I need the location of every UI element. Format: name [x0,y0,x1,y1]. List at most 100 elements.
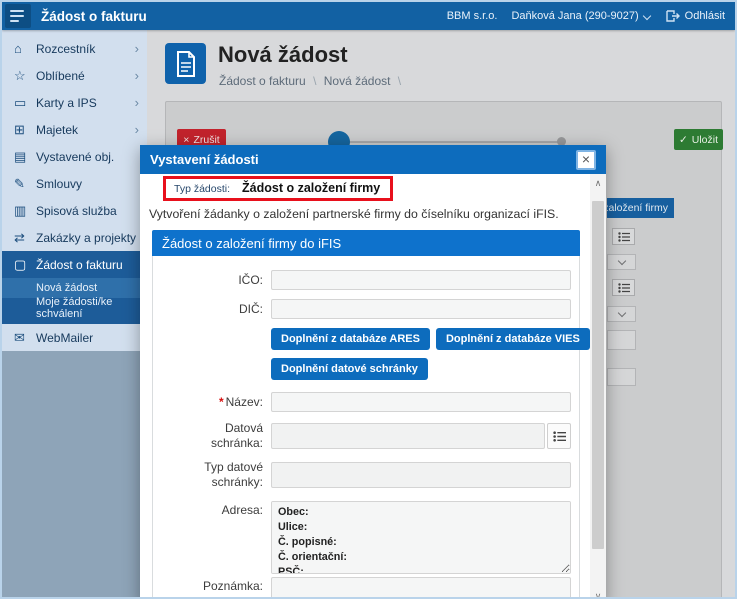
databox-type-input[interactable] [271,462,571,488]
sidebar-item-zakazky-a-projekty[interactable]: ⇄ Zakázky a projekty [2,224,147,251]
chevron-right-icon: › [134,41,139,56]
close-icon: × [581,150,591,167]
ico-input[interactable] [271,270,571,290]
breadcrumb-separator: \ [313,74,317,88]
new-request-icon [176,50,195,77]
company-label: BBM s.r.o. [446,10,498,22]
scrollbar-thumb[interactable] [592,201,604,549]
request-description: Vytvoření žádanky o založení partnerské … [149,207,559,221]
scroll-up-arrow[interactable]: ∧ [590,176,606,190]
vies-lookup-button[interactable]: Doplnění z databáze VIES [435,328,590,350]
adresa-textarea[interactable]: Obec: Ulice: Č. popisné: Č. orientační: … [271,501,571,574]
lookup-buttons-row: Doplnění z databáze ARES Doplnění z data… [153,328,590,350]
sidebar-item-majetek[interactable]: ⊞ Majetek › [2,116,147,143]
app-window: Žádost o fakturu BBM s.r.o. Daňková Jana… [0,0,737,599]
list-picker-icon[interactable] [612,279,635,296]
menu-toggle-button[interactable] [5,4,31,28]
request-type-highlight-box: Typ žádosti: Žádost o založení firmy [163,176,394,201]
request-type-value: Žádost o založení firmy [242,181,381,195]
file-icon: ▥ [14,202,27,218]
sidebar-submenu: Nová žádost Moje žádosti/ke schválení [2,278,147,324]
logout-icon [665,10,680,22]
databox-picker-button[interactable] [547,423,571,449]
list-picker-icon [552,430,566,442]
dic-input[interactable] [271,299,571,319]
poznamka-textarea[interactable] [271,577,571,597]
form-row-ico: IČO: [153,270,579,290]
sidebar-item-smlouvy[interactable]: ✎ Smlouvy [2,170,147,197]
form-row-poznamka: Poznámka: [153,577,579,597]
signature-icon: ✎ [14,175,25,191]
sidebar-item-rozcestnik[interactable]: ⌂ Rozcestník › [2,35,147,62]
breadcrumb-separator: \ [397,74,402,88]
chevron-down-icon [644,12,652,20]
form-panel: Žádost o založení firmy do iFIS IČO: DIČ… [152,230,590,597]
sidebar-item-karty-a-ips[interactable]: ▭ Karty a IPS › [2,89,147,116]
form-row-nazev: * Název: [153,392,579,412]
save-button[interactable]: ✓ Uložit [674,129,723,150]
required-mark: * [218,394,224,409]
form-panel-title: Žádost o založení firmy do iFIS [152,230,580,256]
databox-type-label: Typ datové schránky: [204,460,263,489]
scroll-down-arrow[interactable]: ∨ [590,589,606,597]
input-partial[interactable] [607,368,636,386]
check-icon: ✓ [678,133,688,146]
sidebar-item-zadost-o-fakturu[interactable]: ▢ Žádost o fakturu [2,251,147,278]
form-row-dic: DIČ: [153,299,579,319]
sidebar-item-spisova-sluzba[interactable]: ▥ Spisová služba [2,197,147,224]
sidebar-subitem-nova-zadost[interactable]: Nová žádost [2,278,147,298]
card-icon: ▭ [14,94,27,110]
databox-label: Datová schránka: [210,421,263,450]
sidebar: ⌂ Rozcestník › ☆ Oblíbené › ▭ Karty a IP… [2,30,147,597]
sidebar-item-webmailer[interactable]: ✉ WebMailer [2,324,147,351]
chevron-right-icon: › [134,122,139,137]
request-type-label: Typ žádosti: [174,183,231,195]
modal-header: Vystavení žádosti × [140,145,606,174]
ico-label: IČO: [238,272,263,287]
user-name: Daňková Jana (290-9027) [511,10,639,22]
breadcrumb-link-2[interactable]: Nová žádost [324,74,391,88]
logout-label: Odhlásit [684,10,725,22]
modal-vystaveni-zadosti: Vystavení žádosti × Typ žádosti: Žádost … [140,145,606,597]
poznamka-label: Poznámka: [202,579,263,593]
sidebar-item-vystavene-obj[interactable]: ▤ Vystavené obj. [2,143,147,170]
invoice-icon: ▢ [14,256,27,272]
page-icon [165,43,206,84]
request-type-button-partial[interactable]: o založení firmy [607,198,674,218]
sidebar-item-oblibene[interactable]: ☆ Oblíbené › [2,62,147,89]
chevron-right-icon: › [134,95,139,110]
form-row-adresa: Adresa: Obec: Ulice: Č. popisné: Č. orie… [153,501,579,574]
ares-lookup-button[interactable]: Doplnění z databáze ARES [271,328,430,350]
modal-close-button[interactable]: × [576,149,596,170]
form-row-typ-datove-schranky: Typ datové schránky: [153,460,579,490]
logout-button[interactable]: Odhlásit [665,10,725,22]
document-icon: ▤ [14,148,27,164]
databox-button-row: Doplnění datové schránky [153,358,579,380]
select-dropdown-partial[interactable] [607,306,636,322]
modal-body: Typ žádosti: Žádost o založení firmy Vyt… [140,174,590,597]
breadcrumb: Žádost o fakturu \ Nová žádost \ [219,74,405,88]
user-menu[interactable]: Daňková Jana (290-9027) [511,10,651,22]
star-icon: ☆ [14,67,26,83]
chevron-down-icon [617,256,626,265]
sidebar-subitem-moje-zadosti[interactable]: Moje žádosti/ke schválení [2,296,147,320]
nazev-input[interactable] [271,392,571,412]
databox-lookup-button[interactable]: Doplnění datové schránky [271,358,428,380]
topbar: Žádost o fakturu BBM s.r.o. Daňková Jana… [2,2,735,30]
stepper-line [344,141,560,143]
input-partial[interactable] [607,330,636,350]
home-icon: ⌂ [14,41,22,56]
nazev-label: * Název: [218,394,263,409]
modal-scrollbar: ∧ ∨ [590,174,606,597]
package-icon: ⊞ [14,121,25,137]
mail-icon: ✉ [14,329,25,345]
list-picker-icon[interactable] [612,228,635,245]
adresa-label: Adresa: [221,503,263,517]
app-title: Žádost o fakturu [41,8,147,24]
databox-input[interactable] [271,423,545,449]
projects-icon: ⇄ [14,229,25,245]
breadcrumb-link-1[interactable]: Žádost o fakturu [219,74,306,88]
form-row-datova-schranka: Datová schránka: [153,421,579,451]
select-dropdown-partial[interactable] [607,254,636,270]
page-title: Nová žádost [218,42,348,67]
